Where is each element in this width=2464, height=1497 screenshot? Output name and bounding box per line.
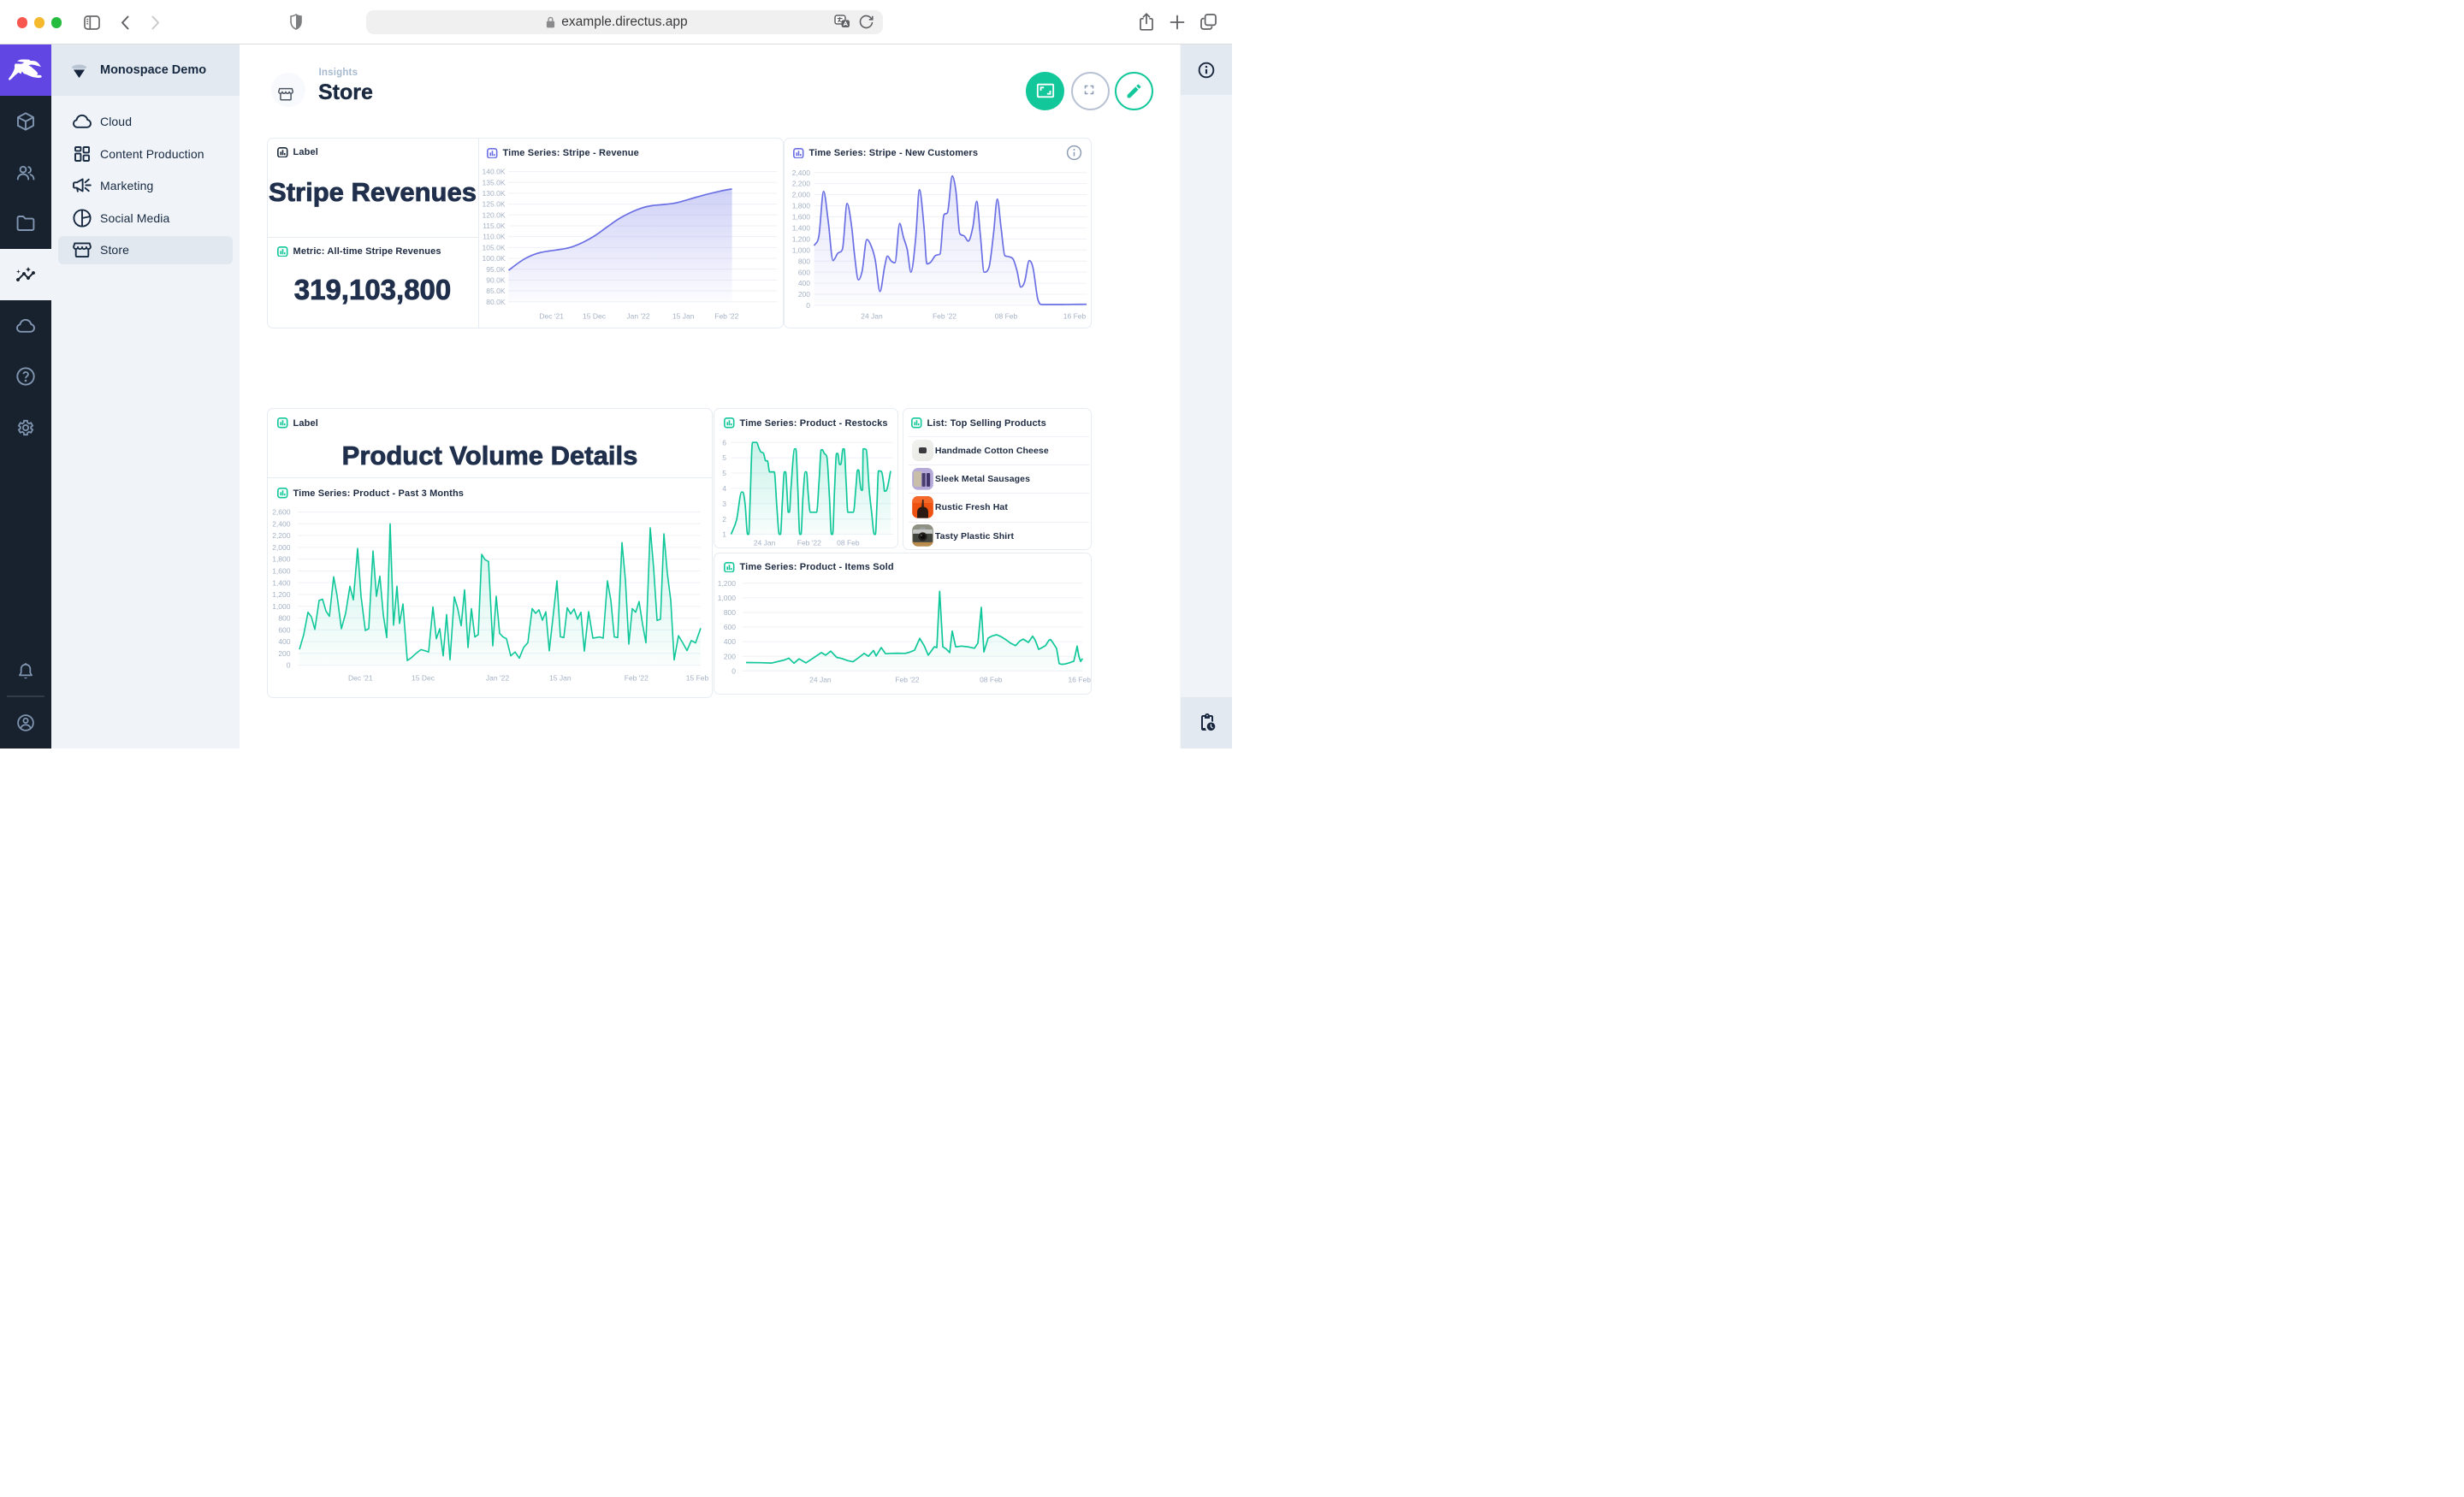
svg-text:3: 3 <box>722 499 726 507</box>
svg-text:400: 400 <box>278 637 290 646</box>
svg-text:Jan '22: Jan '22 <box>626 312 649 321</box>
svg-text:Feb '22: Feb '22 <box>625 674 649 683</box>
svg-text:400: 400 <box>724 637 736 646</box>
svg-text:1,200: 1,200 <box>792 234 811 243</box>
svg-text:Feb '22: Feb '22 <box>797 538 821 547</box>
svg-text:2,600: 2,600 <box>272 508 291 517</box>
svg-text:85.0K: 85.0K <box>486 287 506 295</box>
svg-text:Jan '22: Jan '22 <box>486 674 509 683</box>
svg-text:08 Feb: 08 Feb <box>837 538 860 547</box>
svg-text:120.0K: 120.0K <box>483 210 506 219</box>
svg-text:140.0K: 140.0K <box>483 168 506 176</box>
svg-text:1,200: 1,200 <box>718 578 737 587</box>
svg-text:2,000: 2,000 <box>272 543 291 552</box>
svg-text:5: 5 <box>722 453 726 462</box>
svg-text:Feb '22: Feb '22 <box>714 312 738 321</box>
svg-text:2,200: 2,200 <box>792 180 811 188</box>
svg-text:4: 4 <box>722 484 726 493</box>
svg-text:80.0K: 80.0K <box>486 298 506 306</box>
svg-text:105.0K: 105.0K <box>483 243 506 251</box>
svg-text:90.0K: 90.0K <box>486 276 506 285</box>
svg-text:200: 200 <box>798 290 810 299</box>
svg-text:15 Feb: 15 Feb <box>686 674 709 683</box>
svg-text:2,400: 2,400 <box>272 519 291 528</box>
svg-text:130.0K: 130.0K <box>483 189 506 198</box>
svg-text:600: 600 <box>798 268 810 276</box>
svg-text:2,000: 2,000 <box>792 191 811 199</box>
svg-text:800: 800 <box>798 257 810 265</box>
svg-text:16 Feb: 16 Feb <box>1063 312 1087 321</box>
svg-text:Dec '21: Dec '21 <box>348 674 373 683</box>
svg-text:600: 600 <box>724 623 736 631</box>
svg-text:200: 200 <box>724 652 736 660</box>
svg-text:1,600: 1,600 <box>272 567 291 576</box>
svg-text:1,200: 1,200 <box>272 590 291 599</box>
svg-text:0: 0 <box>287 661 291 670</box>
svg-text:400: 400 <box>798 279 810 287</box>
svg-text:Feb '22: Feb '22 <box>933 312 957 321</box>
svg-text:15 Dec: 15 Dec <box>412 674 435 683</box>
svg-text:2: 2 <box>722 514 726 523</box>
svg-text:800: 800 <box>724 608 736 617</box>
svg-text:200: 200 <box>278 649 290 658</box>
svg-text:24 Jan: 24 Jan <box>809 675 832 683</box>
svg-text:24 Jan: 24 Jan <box>861 312 883 321</box>
svg-text:16 Feb: 16 Feb <box>1068 675 1091 683</box>
svg-text:Feb '22: Feb '22 <box>895 675 919 683</box>
svg-text:15 Dec: 15 Dec <box>583 312 607 321</box>
svg-text:1: 1 <box>722 530 726 538</box>
svg-text:2,200: 2,200 <box>272 531 291 540</box>
svg-text:5: 5 <box>722 469 726 477</box>
svg-text:1,400: 1,400 <box>272 578 291 587</box>
svg-text:1,400: 1,400 <box>792 224 811 233</box>
svg-text:115.0K: 115.0K <box>483 222 506 230</box>
svg-text:125.0K: 125.0K <box>483 200 506 209</box>
svg-text:800: 800 <box>278 614 290 623</box>
svg-text:95.0K: 95.0K <box>486 265 506 274</box>
svg-text:08 Feb: 08 Feb <box>995 312 1018 321</box>
svg-text:08 Feb: 08 Feb <box>980 675 1003 683</box>
svg-text:0: 0 <box>806 301 810 310</box>
svg-text:600: 600 <box>278 625 290 634</box>
svg-text:1,000: 1,000 <box>792 246 811 254</box>
svg-text:110.0K: 110.0K <box>483 233 506 241</box>
svg-text:100.0K: 100.0K <box>483 254 506 263</box>
svg-text:1,800: 1,800 <box>272 555 291 564</box>
svg-text:0: 0 <box>732 666 736 675</box>
svg-text:6: 6 <box>722 438 726 447</box>
svg-text:15 Jan: 15 Jan <box>672 312 695 321</box>
svg-text:Dec '21: Dec '21 <box>539 312 564 321</box>
svg-text:1,600: 1,600 <box>792 213 811 222</box>
svg-text:1,000: 1,000 <box>272 602 291 611</box>
svg-text:1,800: 1,800 <box>792 202 811 210</box>
svg-text:24 Jan: 24 Jan <box>754 538 776 547</box>
svg-text:135.0K: 135.0K <box>483 178 506 186</box>
svg-text:2,400: 2,400 <box>792 169 811 177</box>
svg-text:1,000: 1,000 <box>718 594 737 602</box>
svg-text:15 Jan: 15 Jan <box>549 674 572 683</box>
